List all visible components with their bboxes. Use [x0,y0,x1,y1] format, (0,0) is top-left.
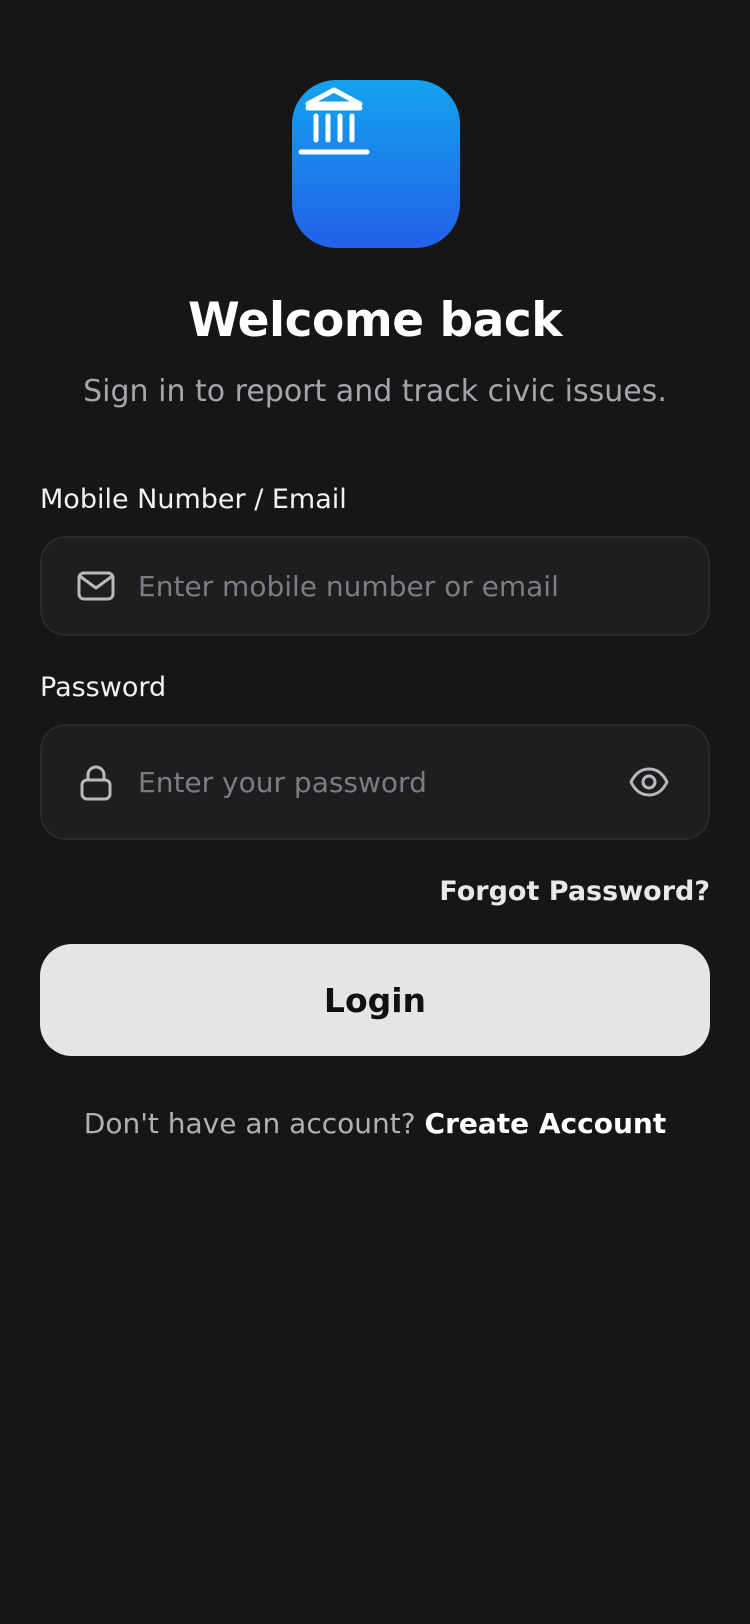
lock-icon [80,765,112,801]
login-button[interactable]: Login [40,944,710,1056]
password-input[interactable] [138,726,578,838]
identifier-field[interactable] [40,536,710,636]
password-field[interactable] [40,724,710,840]
mail-icon [77,571,115,601]
eye-icon[interactable] [628,761,670,803]
login-screen: Welcome back Sign in to report and track… [0,0,750,1624]
create-account-link[interactable]: Create Account [425,1107,667,1140]
app-logo [292,80,460,248]
page-title: Welcome back [188,293,563,348]
signup-prompt: Don't have an account? [83,1107,416,1140]
government-building-icon [298,87,370,155]
identifier-label: Mobile Number / Email [40,484,347,515]
identifier-input[interactable] [138,538,578,634]
forgot-password-link[interactable]: Forgot Password? [439,872,710,912]
password-label: Password [40,672,167,703]
signup-row: Don't have an account? Create Account [0,1102,750,1146]
page-subtitle: Sign in to report and track civic issues… [83,374,667,409]
